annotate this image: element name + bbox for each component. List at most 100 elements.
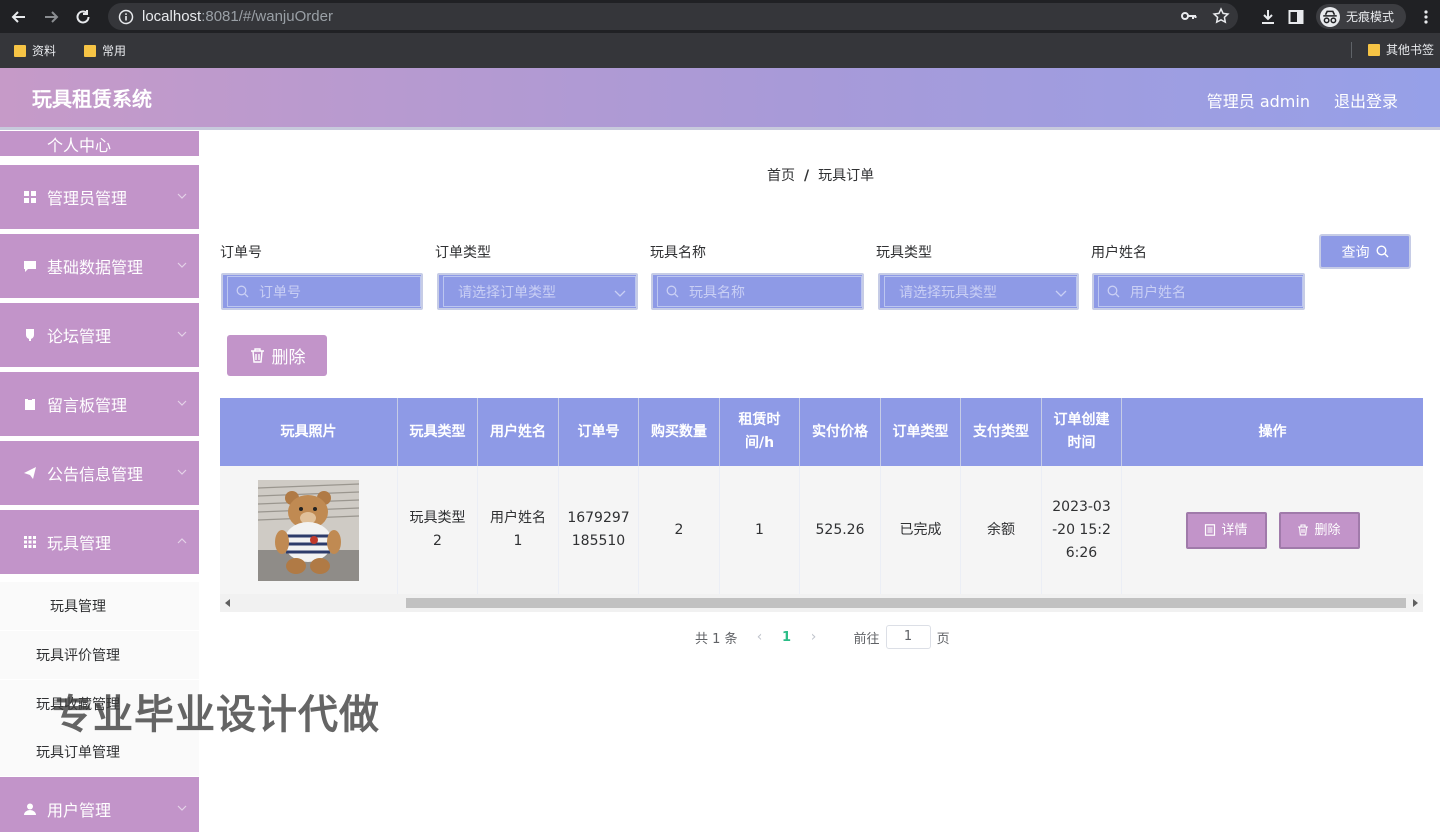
browser-menu-button[interactable] bbox=[1412, 8, 1440, 26]
search-icon bbox=[1375, 245, 1388, 258]
scroll-right-icon[interactable] bbox=[1413, 599, 1418, 607]
page-suffix: 页 bbox=[936, 631, 950, 647]
search-icon bbox=[666, 285, 679, 298]
more-vertical-icon bbox=[1424, 9, 1428, 24]
toy-type-select[interactable]: 请选择玩具类型 bbox=[878, 273, 1079, 310]
batch-delete-button[interactable]: 删除 bbox=[227, 335, 327, 376]
order-table: 玩具照片 玩具类型 用户姓名 订单号 购买数量 租赁时间/h 实付价格 订单类型… bbox=[220, 398, 1423, 612]
app-title: 玩具租赁系统 bbox=[32, 87, 152, 111]
cell-rent-hours: 1 bbox=[720, 466, 800, 594]
logout-link[interactable]: 退出登录 bbox=[1334, 88, 1398, 112]
col-order-type: 订单类型 bbox=[881, 398, 961, 466]
document-icon bbox=[1205, 524, 1216, 536]
sidepanel-button[interactable] bbox=[1282, 8, 1310, 26]
download-icon bbox=[1261, 9, 1274, 24]
folder-icon bbox=[1367, 43, 1380, 56]
bookmark-folder[interactable]: 常用 bbox=[84, 42, 126, 59]
scrollbar-thumb[interactable] bbox=[406, 598, 1406, 608]
row-delete-button[interactable]: 删除 bbox=[1278, 511, 1360, 549]
message-icon bbox=[24, 260, 36, 272]
col-created-time: 订单创建时间 bbox=[1042, 398, 1122, 466]
sidebar-item-toy[interactable]: 玩具管理 bbox=[0, 510, 199, 574]
filter-label-toy-type: 玩具类型 bbox=[876, 245, 932, 261]
query-button[interactable]: 查询 bbox=[1319, 234, 1411, 269]
user-icon bbox=[24, 803, 36, 815]
col-actions: 操作 bbox=[1258, 423, 1287, 440]
col-price: 实付价格 bbox=[800, 398, 881, 466]
cell-user-name: 用户姓名1 bbox=[478, 466, 559, 594]
incognito-badge[interactable]: 无痕模式 bbox=[1315, 4, 1406, 29]
cell-quantity: 2 bbox=[639, 466, 720, 594]
current-user: 管理员 admin bbox=[1206, 92, 1310, 111]
filter-label-order-no: 订单号 bbox=[220, 245, 262, 261]
cell-toy-photo bbox=[220, 466, 398, 594]
star-icon[interactable] bbox=[1212, 7, 1230, 25]
clipboard-icon bbox=[24, 398, 36, 410]
toy-name-input[interactable]: 玩具名称 bbox=[651, 273, 864, 310]
sidebar-subitem-toy-review[interactable]: 玩具评价管理 bbox=[0, 631, 199, 679]
cup-icon bbox=[24, 329, 36, 341]
col-toy-photo: 玩具照片 bbox=[220, 398, 398, 466]
order-type-select[interactable]: 请选择订单类型 bbox=[437, 273, 638, 310]
sidebar-item-announcement[interactable]: 公告信息管理 bbox=[0, 441, 199, 505]
chevron-down-icon bbox=[614, 290, 626, 297]
download-button[interactable] bbox=[1254, 8, 1282, 26]
back-button[interactable] bbox=[6, 4, 32, 30]
goto-label: 前往 bbox=[853, 631, 880, 647]
sidebar-subitem-toy-manage[interactable]: 玩具管理 bbox=[0, 582, 199, 630]
main-content: 首页 / 玩具订单 订单号 订单号 订单类型 请选择订单类型 玩具名称 玩具名称 玩… bbox=[199, 131, 1440, 832]
filter-label-toy-name: 玩具名称 bbox=[650, 245, 706, 261]
incognito-icon bbox=[1319, 6, 1340, 27]
url-text: localhost:8081/#/wanjuOrder bbox=[142, 8, 333, 25]
cell-order-type: 已完成 bbox=[881, 466, 961, 594]
cell-pay-type: 余额 bbox=[961, 466, 1042, 594]
order-no-input[interactable]: 订单号 bbox=[221, 273, 423, 310]
chevron-down-icon bbox=[177, 331, 187, 337]
next-page-icon[interactable]: › bbox=[802, 629, 826, 645]
col-user-name: 用户姓名 bbox=[478, 398, 559, 466]
sidebar-item-basic-data[interactable]: 基础数据管理 bbox=[0, 234, 199, 298]
scroll-left-icon[interactable] bbox=[225, 599, 230, 607]
page-number[interactable]: 1 bbox=[772, 630, 802, 645]
sidebar-item-admin[interactable]: 管理员管理 bbox=[0, 165, 199, 229]
goto-page-input[interactable]: 1 bbox=[885, 625, 931, 649]
toy-photo[interactable] bbox=[258, 479, 359, 581]
sidebar-item-forum[interactable]: 论坛管理 bbox=[0, 303, 199, 367]
bookmark-folder[interactable]: 资料 bbox=[14, 42, 56, 59]
cell-actions: 详情 删除 bbox=[1122, 466, 1423, 594]
paper-plane-icon bbox=[24, 467, 36, 479]
sidebar-item-personal-center[interactable]: 个人中心 bbox=[0, 131, 199, 156]
horizontal-scrollbar[interactable] bbox=[220, 594, 1423, 612]
folder-icon bbox=[14, 44, 26, 57]
forward-button[interactable] bbox=[38, 4, 64, 30]
reload-button[interactable] bbox=[70, 4, 96, 30]
key-icon[interactable] bbox=[1180, 7, 1198, 25]
trash-icon bbox=[250, 348, 264, 363]
cell-price: 525.26 bbox=[800, 466, 881, 594]
sidebar-item-message-board[interactable]: 留言板管理 bbox=[0, 372, 199, 436]
arrow-right-icon bbox=[45, 10, 59, 23]
address-bar[interactable]: localhost:8081/#/wanjuOrder bbox=[108, 3, 1238, 30]
pagination-total: 共 1 条 bbox=[695, 631, 738, 647]
user-name-input[interactable]: 用户姓名 bbox=[1092, 273, 1305, 310]
watermark-text: 专业毕业设计代做 bbox=[52, 692, 380, 738]
breadcrumb: 首页 / 玩具订单 bbox=[767, 168, 875, 184]
info-icon bbox=[118, 9, 134, 24]
teddy-bear-image bbox=[258, 479, 359, 581]
other-bookmarks[interactable]: 其他书签 bbox=[1350, 41, 1434, 58]
search-icon bbox=[1107, 285, 1120, 298]
chevron-up-icon bbox=[177, 538, 187, 544]
detail-button[interactable]: 详情 bbox=[1185, 511, 1267, 549]
sidebar-item-user[interactable]: 用户管理 bbox=[0, 777, 199, 832]
filter-label-order-type: 订单类型 bbox=[435, 245, 491, 261]
prev-page-icon[interactable]: ‹ bbox=[748, 629, 772, 645]
browser-toolbar: localhost:8081/#/wanjuOrder 无痕模式 bbox=[0, 0, 1440, 33]
col-order-no: 订单号 bbox=[559, 398, 639, 466]
breadcrumb-home[interactable]: 首页 bbox=[767, 168, 795, 184]
reload-icon bbox=[76, 9, 90, 23]
table-header: 玩具照片 玩具类型 用户姓名 订单号 购买数量 租赁时间/h 实付价格 订单类型… bbox=[220, 398, 1423, 466]
trash-icon bbox=[1298, 524, 1309, 536]
pagination: 共 1 条 ‹ 1 › 前往 1 页 bbox=[695, 625, 950, 649]
breadcrumb-current: 玩具订单 bbox=[818, 168, 875, 184]
col-quantity: 购买数量 bbox=[639, 398, 720, 466]
